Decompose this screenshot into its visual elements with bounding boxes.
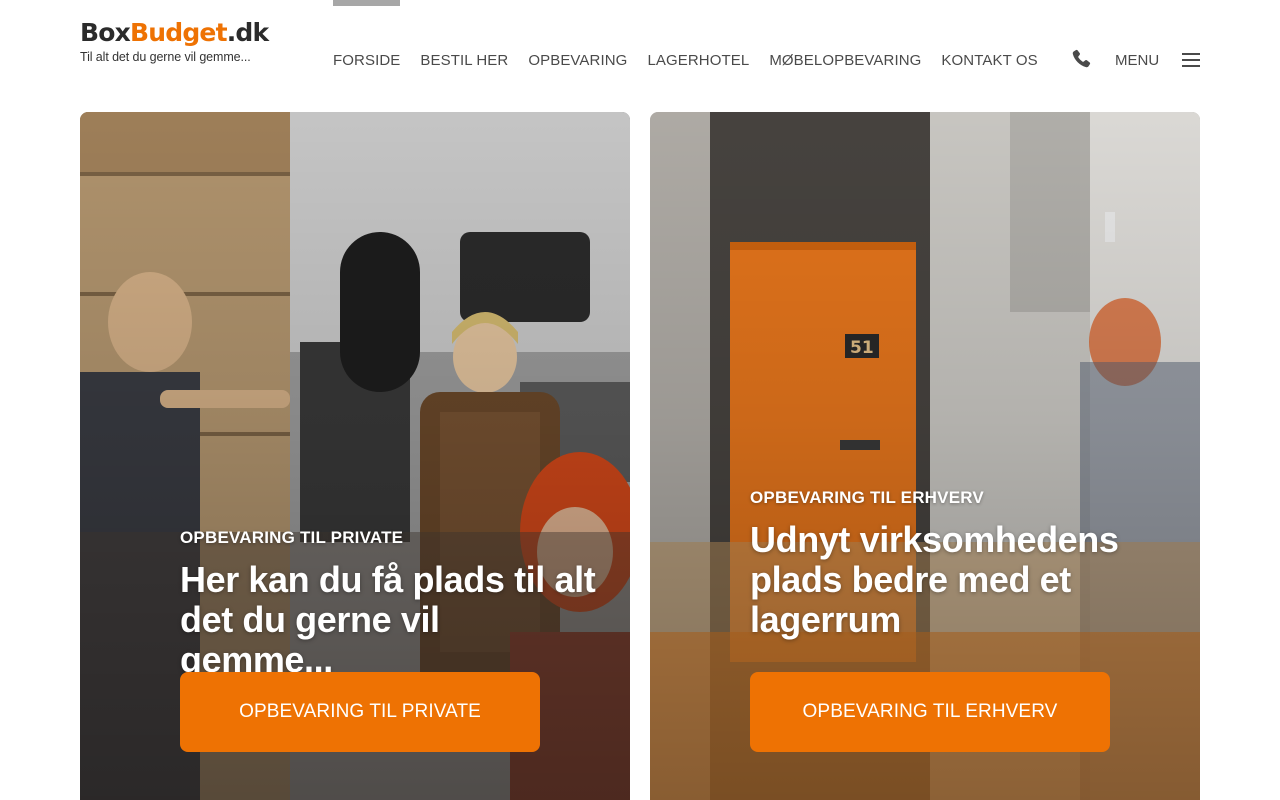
nav-item-kontakt-os[interactable]: KONTAKT OS [941,0,1037,112]
nav-item-opbevaring[interactable]: OPBEVARING [528,0,627,112]
business-storage-button[interactable]: OPBEVARING TIL ERHVERV [750,672,1110,752]
phone-icon[interactable] [1070,48,1092,70]
card-title-private: Her kan du få plads til alt det du gerne… [180,559,596,680]
hamburger-icon[interactable] [1182,53,1200,67]
private-storage-button[interactable]: OPBEVARING TIL PRIVATE [180,672,540,752]
site-header: BoxBudget.dk Til alt det du gerne vil ge… [0,0,1280,112]
card-content-business: OPBEVARING TIL ERHVERV Udnyt virksomhede… [750,488,1170,640]
nav-item-bestil-her[interactable]: BESTIL HER [420,0,508,112]
nav-item-lagerhotel[interactable]: LAGERHOTEL [647,0,749,112]
nav-item-mobelopbevaring[interactable]: MØBELOPBEVARING [769,0,921,112]
boxbudget-logo[interactable]: BoxBudget.dk Til alt det du gerne vil ge… [80,18,269,70]
menu-label[interactable]: MENU [1115,52,1159,69]
card-content-private: OPBEVARING TIL PRIVATE Her kan du få pla… [180,528,600,680]
main-nav: FORSIDE BESTIL HER OPBEVARING LAGERHOTEL… [333,0,1058,112]
logo-tagline: Til alt det du gerne vil gemme... [80,50,251,64]
card-private: OPBEVARING TIL PRIVATE Her kan du få pla… [80,112,630,800]
logo-dk-text: .dk [226,18,269,47]
card-business: 51 OPBEVARING TIL ERHVERV Udnyt virksomh… [650,112,1200,800]
card-title-business: Udnyt virksomhedens plads bedre med et l… [750,519,1119,640]
card-eyebrow-business: OPBEVARING TIL ERHVERV [750,488,984,507]
nav-item-forside[interactable]: FORSIDE [333,0,401,112]
logo-box-text: Box [80,18,131,47]
logo-wordmark: BoxBudget.dk [80,18,269,48]
card-eyebrow-private: OPBEVARING TIL PRIVATE [180,528,404,547]
logo-budget-text: Budget [129,18,228,47]
